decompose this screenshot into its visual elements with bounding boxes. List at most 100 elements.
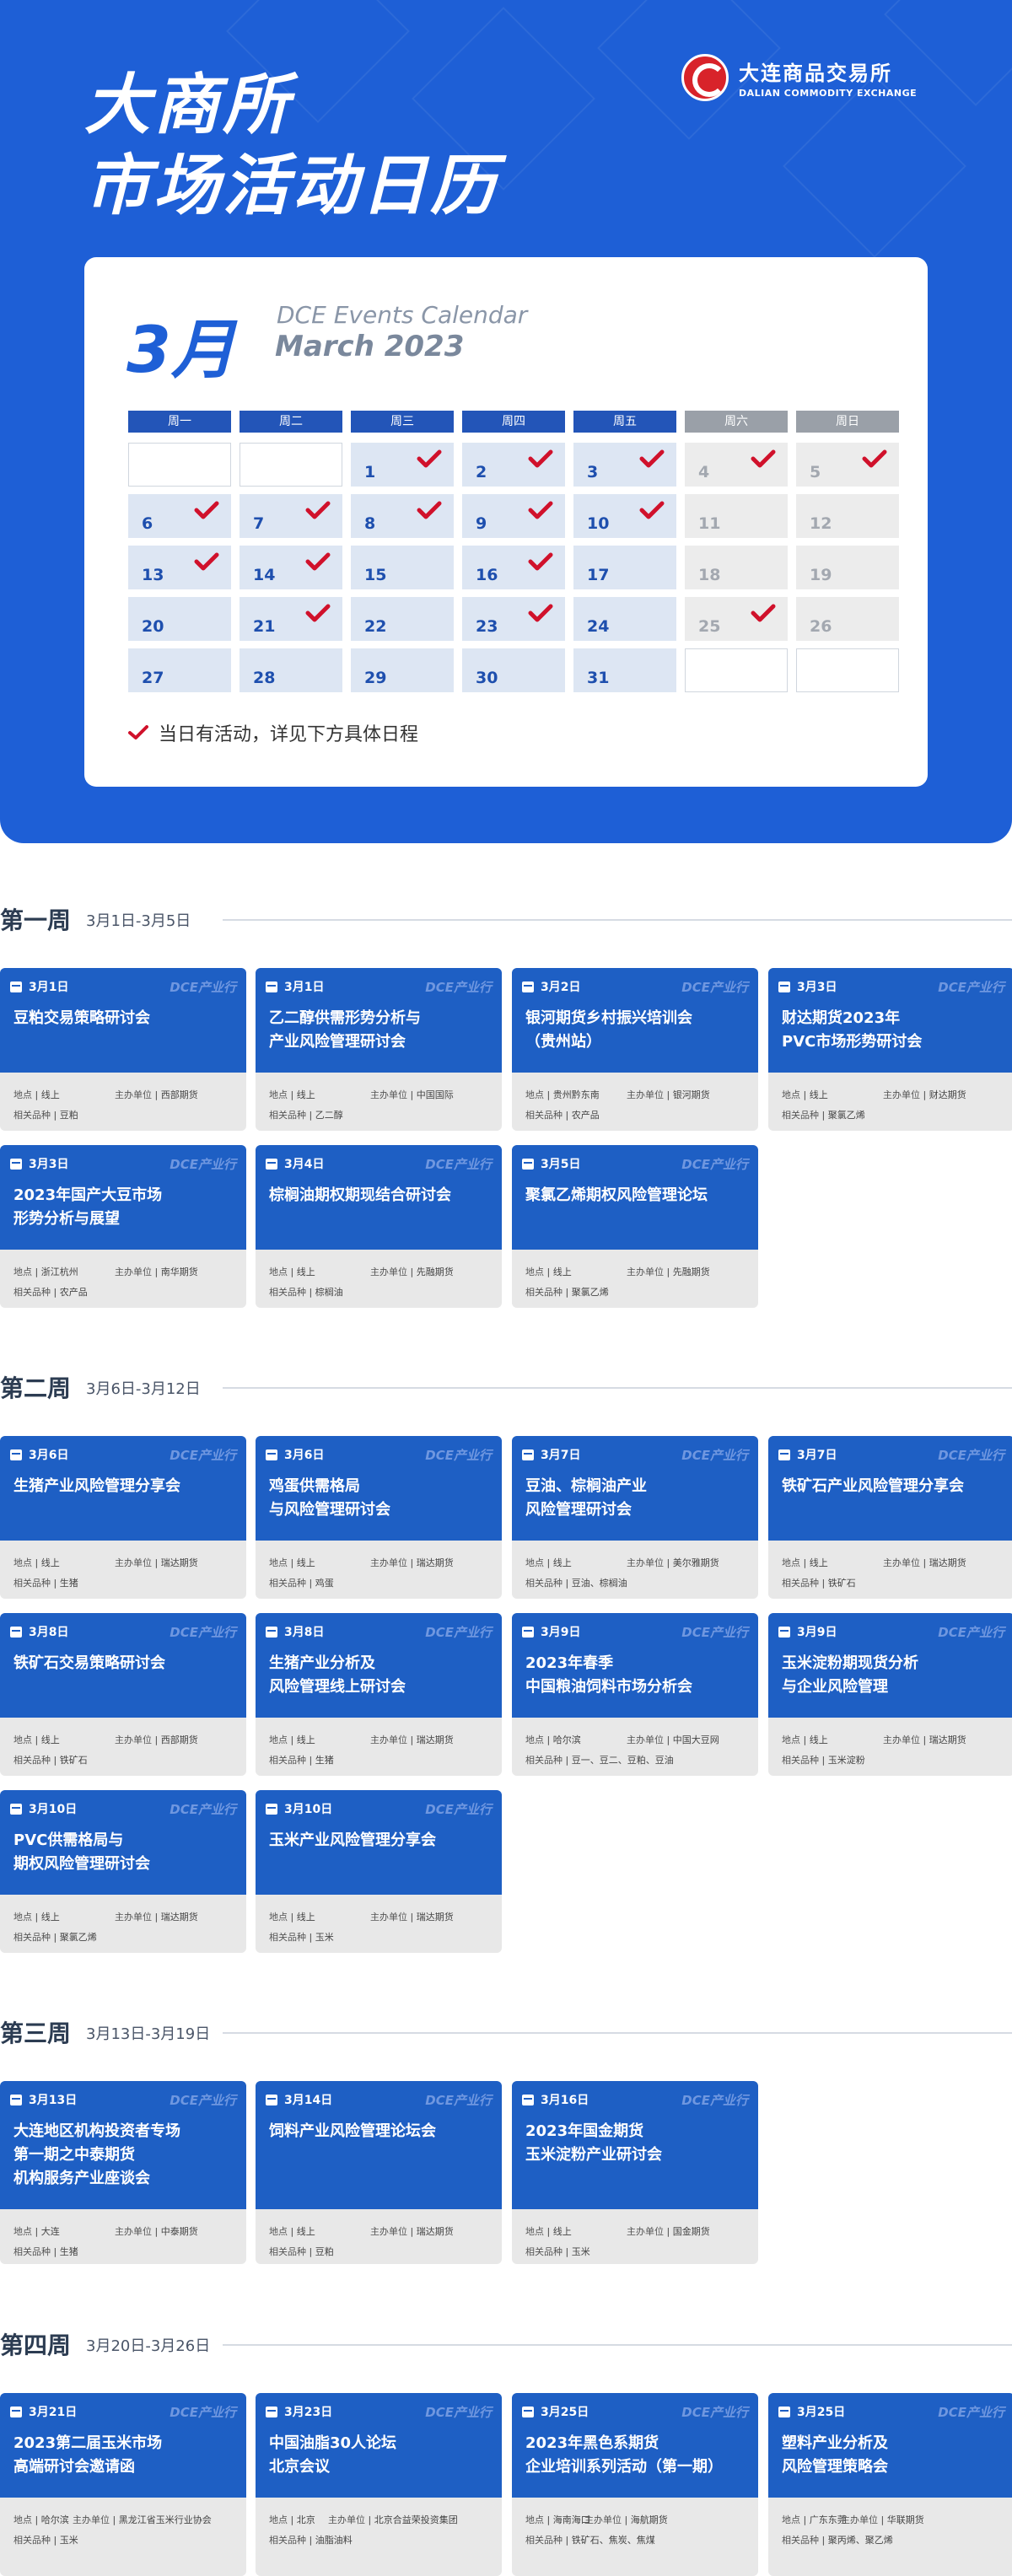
event-card[interactable]: 3月3日 DCE产业行 财达期货2023年 PVC市场形势研讨会 地点 | 线上 主办单位… [768, 968, 1012, 1131]
event-title: 生猪产业分析及 风险管理线上研讨会 [269, 1654, 406, 1696]
event-card[interactable]: 3月1日 DCE产业行 豆粕交易策略研讨会 地点 | 线上 主办单位 | 西部期货 相关品… [0, 968, 246, 1131]
event-info-row: 地点 | 哈尔滨 主办单位 | 黑龙江省玉米行业协会 [13, 2514, 212, 2525]
event-info-row: 相关品种 | 农产品 [13, 1287, 88, 1298]
event-title: 中国油脂30人论坛 北京会议 [269, 2434, 397, 2476]
event-info-row: 相关品种 | 农产品 [525, 1110, 600, 1121]
calendar-icon [10, 1803, 22, 1815]
day-number: 1 [364, 463, 376, 481]
event-organizer: 瑞达期货 [160, 1557, 198, 1568]
event-info-row: 地点 | 线上 主办单位 | 瑞达期货 [269, 1734, 454, 1745]
event-info-row: 相关品种 | 聚氯乙烯 [782, 1110, 865, 1121]
legend-text: 当日有活动，详见下方具体日程 [159, 724, 419, 745]
event-check-icon [528, 501, 553, 519]
event-info-row: 地点 | 线上 主办单位 | 美尔雅期货 [525, 1557, 719, 1568]
event-card[interactable]: 3月14日 DCE产业行 饲料产业风险管理论坛会 地点 | 线上 主办单位 | 瑞达期货… [256, 2081, 502, 2264]
event-organizer: 财达期货 [929, 1089, 966, 1100]
event-card-header: 3月9日 DCE产业行 玉米淀粉期现货分析 与企业风险管理 [768, 1613, 1012, 1718]
event-card-header: 3月2日 DCE产业行 银河期货乡村振兴培训会 （贵州站） [512, 968, 758, 1073]
event-card[interactable]: 3月5日 DCE产业行 聚氯乙烯期权风险管理论坛 地点 | 线上 主办单位 | 先融期货… [512, 1145, 758, 1308]
event-card-header: 3月8日 DCE产业行 生猪产业分析及 风险管理线上研讨会 [256, 1613, 502, 1718]
organizer-label: 主办单位 [73, 2514, 110, 2525]
calendar-day: 1 [351, 443, 454, 487]
organizer-label: 主办单位 [328, 2514, 365, 2525]
event-info-row: 相关品种 | 油脂油料 [269, 2535, 353, 2546]
event-title: 玉米产业风险管理分享会 [269, 1831, 436, 1849]
event-card[interactable]: 3月10日 DCE产业行 PVC供需格局与 期权风险管理研讨会 地点 | 线上 主办单位 … [0, 1790, 246, 1953]
event-card[interactable]: 3月4日 DCE产业行 棕榈油期权期现结合研讨会 地点 | 线上 主办单位 | 先融期货… [256, 1145, 502, 1308]
event-card[interactable]: 3月7日 DCE产业行 豆油、棕榈油产业 风险管理研讨会地点 | 线上 主办单位 | 美… [512, 1436, 758, 1599]
day-number: 2 [476, 463, 487, 481]
dce-brand-logo: DCE产业行 [170, 2405, 236, 2420]
day-number: 14 [253, 566, 276, 584]
calendar-day: 19 [796, 546, 899, 589]
event-card[interactable]: 3月8日 DCE产业行 铁矿石交易策略研讨会 地点 | 线上 主办单位 | 西部期货 相关… [0, 1613, 246, 1776]
dce-brand-logo: DCE产业行 [681, 1157, 748, 1172]
organizer-label: 主办单位 [115, 2226, 152, 2237]
event-location: 哈尔滨 [40, 2514, 69, 2525]
event-card[interactable]: 3月2日 DCE产业行 银河期货乡村振兴培训会 （贵州站） 地点 | 贵州黔东南 主办单位… [512, 968, 758, 1131]
dce-brand-logo: DCE产业行 [938, 2405, 1004, 2420]
event-product: 聚丙烯、聚乙烯 [827, 2535, 893, 2546]
event-card[interactable]: 3月7日 DCE产业行 铁矿石产业风险管理分享会 地点 | 线上 主办单位 | 瑞达期货… [768, 1436, 1012, 1599]
week-range: 3月20日-3月26日 [86, 2337, 211, 2355]
event-card[interactable]: 3月10日 DCE产业行 玉米产业风险管理分享会 地点 | 线上 主办单位 | 瑞达期货… [256, 1790, 502, 1953]
day-number: 18 [698, 566, 721, 584]
day-number: 6 [142, 514, 153, 533]
event-date-text: 3月9日 [797, 1626, 837, 1639]
event-card[interactable]: 3月23日 DCE产业行 中国油脂30人论坛 北京会议 地点 | 北京 主办单位 | 北京… [256, 2393, 502, 2576]
event-info-row: 地点 | 线上 主办单位 | 西部期货 [13, 1089, 198, 1100]
event-location: 线上 [809, 1089, 828, 1100]
event-info-row: 相关品种 | 豆粕 [269, 2246, 334, 2257]
weekday-header: 周五 [573, 411, 676, 433]
event-card[interactable]: 3月3日 DCE产业行 2023年国产大豆市场 形势分析与展望 地点 | 浙江杭州 主办单… [0, 1145, 246, 1308]
event-product: 乙二醇 [315, 1110, 343, 1121]
event-date-text: 3月21日 [29, 2406, 78, 2419]
event-card[interactable]: 3月6日 DCE产业行 鸡蛋供需格局 与风险管理研讨会 地点 | 线上 主办单位 | 瑞达… [256, 1436, 502, 1599]
event-product: 铁矿石 [827, 1578, 856, 1589]
calendar-day: 27 [128, 648, 231, 692]
event-info-row: 地点 | 线上 主办单位 | 瑞达期货 [13, 1912, 198, 1923]
event-card[interactable]: 3月1日 DCE产业行 乙二醇供需形势分析与 产业风险管理研讨会 地点 | 线上 主办单位… [256, 968, 502, 1131]
event-card-header: 3月7日 DCE产业行 豆油、棕榈油产业 风险管理研讨会 [512, 1436, 758, 1541]
calendar-day: 8 [351, 494, 454, 538]
organizer-label: 主办单位 [370, 1557, 407, 1568]
event-info-row: 相关品种 | 棕榈油 [269, 1287, 343, 1298]
location-label: 地点 [782, 2514, 800, 2525]
event-card[interactable]: 3月25日 DCE产业行 塑料产业分析及 风险管理策略会 地点 | 广东东莞 主办单位 |… [768, 2393, 1012, 2576]
organizer-label: 主办单位 [627, 1089, 664, 1100]
divider [223, 2344, 1012, 2346]
event-date: 3月1日 [10, 978, 68, 995]
event-date: 3月10日 [10, 1800, 77, 1817]
event-card[interactable]: 3月13日 DCE产业行 大连地区机构投资者专场 第一期之中泰期货 机构服务产业座谈会地… [0, 2081, 246, 2264]
event-card[interactable]: 3月9日 DCE产业行 玉米淀粉期现货分析 与企业风险管理 地点 | 线上 主办单位 | … [768, 1613, 1012, 1776]
event-date: 3月3日 [778, 978, 837, 995]
event-card[interactable]: 3月21日 DCE产业行 2023第二届玉米市场 高端研讨会邀请函 地点 | 哈尔滨 主办… [0, 2393, 246, 2576]
event-organizer: 南华期货 [160, 1266, 198, 1277]
location-label: 地点 [525, 1089, 544, 1100]
event-organizer: 北京合益荣投资集团 [374, 2514, 458, 2525]
calendar-day: 11 [685, 494, 788, 538]
calendar-day: 15 [351, 546, 454, 589]
event-card[interactable]: 3月6日 DCE产业行 生猪产业风险管理分享会 地点 | 线上 主办单位 | 瑞达期货相… [0, 1436, 246, 1599]
product-label: 相关品种 [525, 1755, 563, 1766]
calendar-day: 29 [351, 648, 454, 692]
event-card[interactable]: 3月9日 DCE产业行 2023年春季 中国粮油饲料市场分析会 地点 | 哈尔滨 主办单位… [512, 1613, 758, 1776]
week-title: 第三周 [0, 2019, 72, 2047]
day-number: 16 [476, 566, 498, 584]
calendar-icon [778, 981, 790, 992]
product-label: 相关品种 [525, 1578, 563, 1589]
event-product: 油脂油料 [315, 2535, 353, 2546]
day-number: 4 [698, 463, 710, 481]
event-card-header: 3月23日 DCE产业行 中国油脂30人论坛 北京会议 [256, 2393, 502, 2498]
event-card[interactable]: 3月25日 DCE产业行 2023年黑色系期货 企业培训系列活动（第一期） 地点 | 海… [512, 2393, 758, 2576]
dce-brand-logo: DCE产业行 [681, 1448, 748, 1463]
event-card[interactable]: 3月8日 DCE产业行 生猪产业分析及 风险管理线上研讨会地点 | 线上 主办单位 | … [256, 1613, 502, 1776]
location-label: 地点 [269, 1734, 288, 1745]
divider [223, 2032, 1012, 2034]
calendar-day: 25 [685, 597, 788, 641]
event-title: 大连地区机构投资者专场 第一期之中泰期货 机构服务产业座谈会 [13, 2122, 180, 2187]
event-date: 3月4日 [266, 1155, 324, 1172]
calendar-day: 28 [240, 648, 342, 692]
event-info-row: 相关品种 | 生猪 [13, 1578, 78, 1589]
event-card[interactable]: 3月16日 DCE产业行 2023年国金期货 玉米淀粉产业研讨会 地点 | 线上 主办单位… [512, 2081, 758, 2264]
